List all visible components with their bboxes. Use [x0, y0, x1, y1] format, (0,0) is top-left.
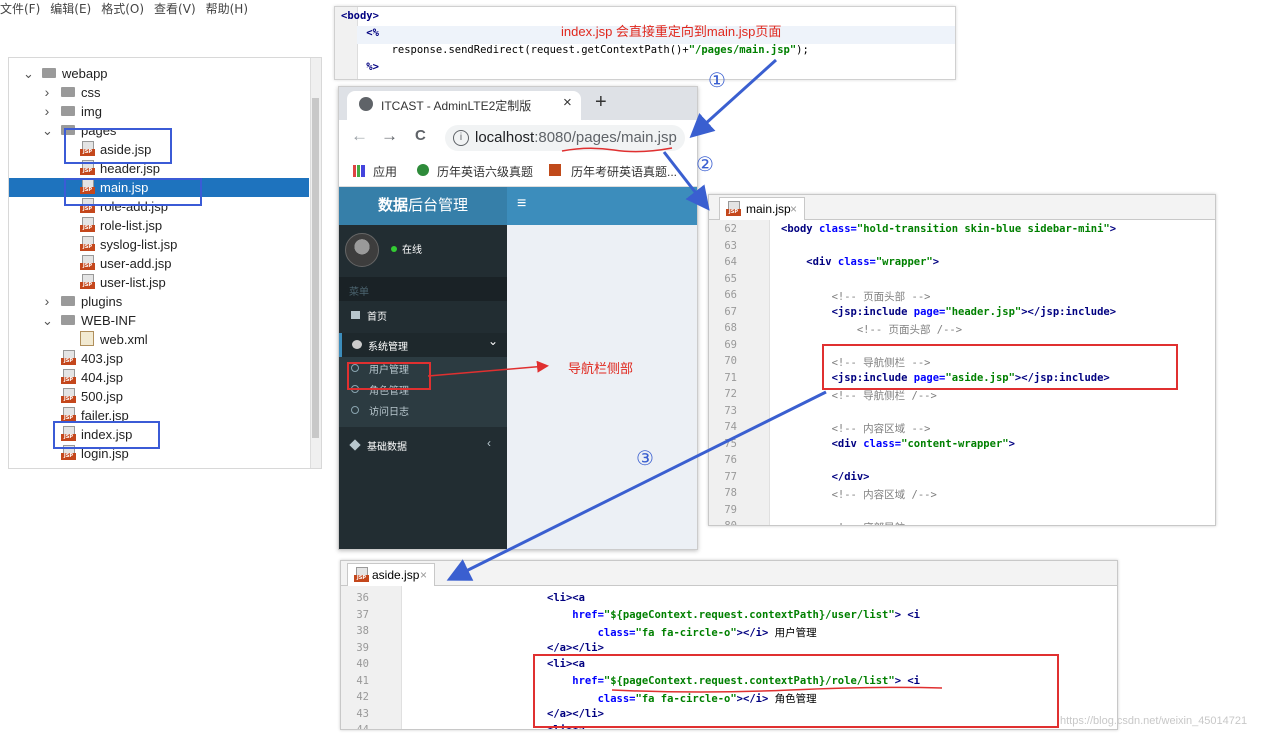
arrow-annotation	[427, 360, 549, 377]
annotation-arrows	[427, 58, 943, 693]
step-marker-2: ②	[696, 152, 714, 176]
href-underline	[611, 686, 943, 693]
arrow-1	[689, 58, 778, 139]
watermark: https://blog.csdn.net/weixin_45014721	[1060, 715, 1248, 727]
step-marker-1: ①	[708, 68, 726, 92]
url-underline	[561, 147, 673, 153]
step-marker-3: ③	[636, 446, 654, 470]
arrow-3	[446, 390, 827, 581]
